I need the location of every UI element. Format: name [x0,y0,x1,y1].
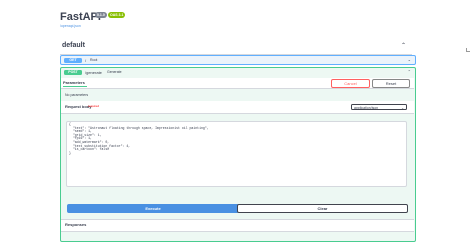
operation-summary: Root [90,57,98,62]
oas-badge: OAS 3.1 [108,12,126,18]
openapi-link[interactable]: /openapi.json [60,24,81,28]
code-line: } [69,150,71,155]
required-label: required [88,104,100,108]
content-type-select[interactable]: application/json ⌄ [351,104,407,110]
reset-button[interactable]: Reset [372,79,410,88]
chevron-down-icon[interactable]: ⌄ [408,57,411,62]
execute-button[interactable]: Execute [67,204,239,213]
responses-header [61,219,414,232]
cancel-button[interactable]: Cancel [331,79,370,88]
tag-section-header[interactable] [60,40,412,55]
no-parameters-text: No parameters [65,93,89,97]
content-type-value: application/json [354,106,379,110]
operation-path[interactable]: /generate [85,70,102,75]
responses-title: Responses [65,222,87,227]
tag-name[interactable]: default [62,42,85,49]
parameters-tab[interactable]: Parameters [63,80,85,85]
method-badge-get: GET [64,57,82,63]
chevron-up-icon[interactable]: ⌃ [408,69,411,74]
request-body-editor[interactable]: { "text": "Astronaut floating through sp… [66,121,407,187]
operation-summary: Generate [107,69,122,74]
operation-path: / [85,57,87,63]
method-badge-post[interactable]: POST [64,69,82,75]
chevron-down-icon: ⌄ [401,106,404,110]
scroll-corner [466,48,470,52]
version-badge: 0.1.0 [95,12,107,18]
chevron-up-icon[interactable]: ⌃ [401,42,406,49]
clear-button[interactable]: Clear [237,204,408,213]
active-tab-indicator [63,86,87,87]
operation-get-root[interactable]: GET / Root ⌄ [60,55,416,65]
